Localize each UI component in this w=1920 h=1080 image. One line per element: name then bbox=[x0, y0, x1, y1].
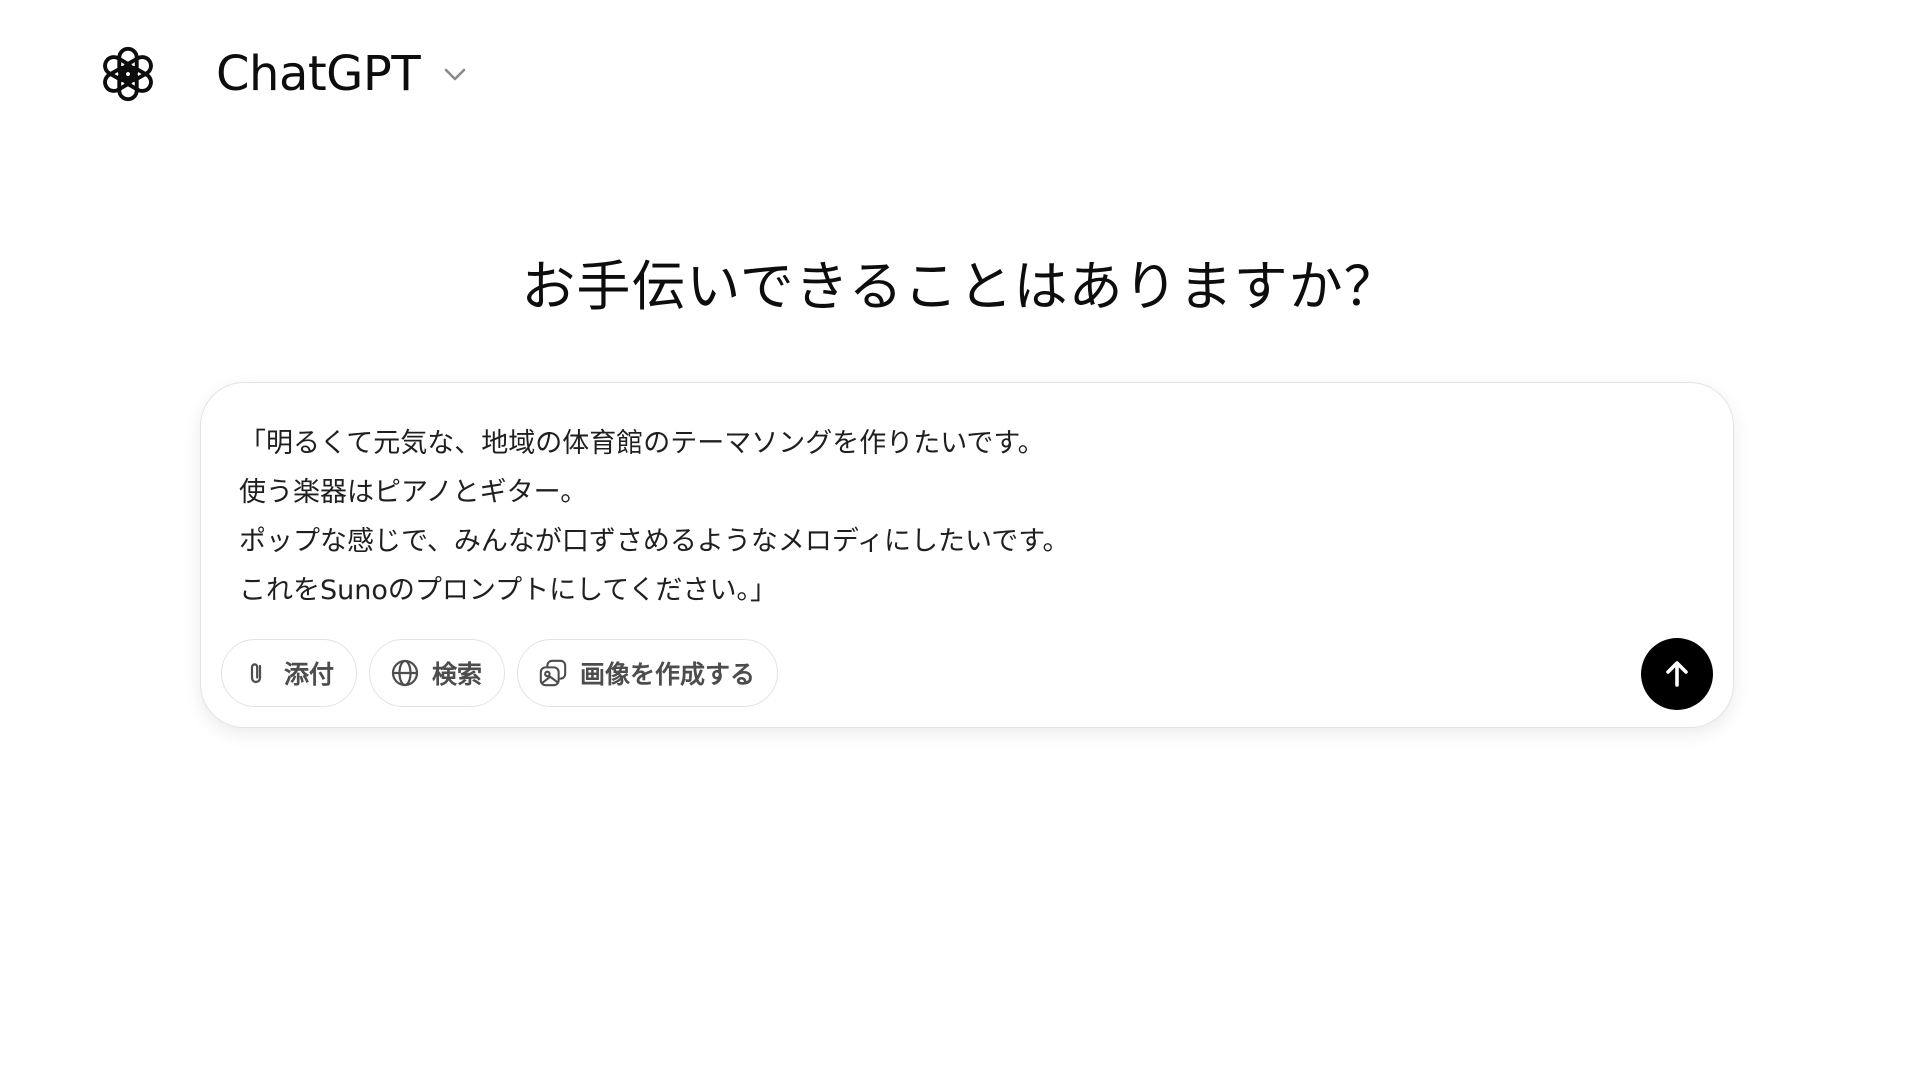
model-name: ChatGPT bbox=[216, 46, 421, 102]
prompt-input[interactable]: 「明るくて元気な、地域の体育館のテーマソングを作りたいです。 使う楽器はピアノと… bbox=[239, 419, 1693, 615]
attach-label: 添付 bbox=[284, 660, 335, 689]
paperclip-icon bbox=[242, 658, 272, 688]
search-label: 検索 bbox=[432, 660, 483, 689]
arrow-up-icon bbox=[1660, 657, 1694, 691]
send-button[interactable] bbox=[1641, 638, 1713, 710]
prompt-line: これをSunoのプロンプトにしてください。」 bbox=[239, 575, 777, 606]
chatgpt-page: ChatGPT お手伝いできることはありますか？ 「明るくて元気な、地域の体育館… bbox=[0, 0, 1920, 1080]
prompt-line: 「明るくて元気な、地域の体育館のテーマソングを作りたいです。 bbox=[239, 428, 1045, 459]
prompt-line: ポップな感じで、みんなが口ずさめるようなメロディにしたいです。 bbox=[239, 526, 1070, 557]
chevron-down-icon bbox=[438, 57, 472, 91]
page-headline: お手伝いできることはありますか？ bbox=[521, 255, 1399, 318]
create-image-label: 画像を作成する bbox=[580, 660, 756, 689]
image-create-icon bbox=[538, 658, 568, 688]
model-switcher[interactable]: ChatGPT bbox=[210, 42, 478, 106]
search-button[interactable]: 検索 bbox=[369, 639, 506, 707]
attach-button[interactable]: 添付 bbox=[221, 639, 358, 707]
globe-icon bbox=[390, 658, 420, 688]
composer-tools: 添付 検索 画像を作成する bbox=[221, 639, 779, 707]
create-image-button[interactable]: 画像を作成する bbox=[517, 639, 779, 707]
header: ChatGPT bbox=[96, 40, 478, 108]
prompt-composer: 「明るくて元気な、地域の体育館のテーマソングを作りたいです。 使う楽器はピアノと… bbox=[200, 382, 1734, 728]
openai-logo-icon[interactable] bbox=[96, 42, 160, 106]
prompt-line: 使う楽器はピアノとギター。 bbox=[239, 477, 588, 508]
